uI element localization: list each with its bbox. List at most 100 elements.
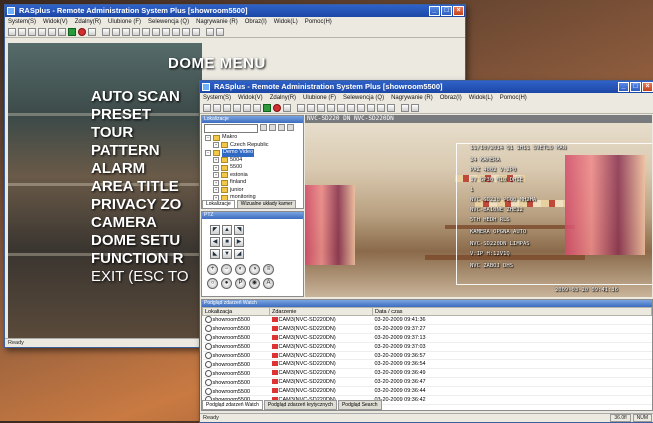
menu-view[interactable]: Widok(V) — [238, 93, 263, 103]
grid-10-icon[interactable] — [192, 28, 200, 36]
camera-icon[interactable] — [253, 104, 261, 112]
layout-4-icon[interactable] — [213, 104, 221, 112]
dome-menu-item[interactable]: AUTO SCAN — [91, 88, 189, 106]
record-icon[interactable]: ◉ — [249, 278, 260, 289]
folder-icon[interactable] — [243, 104, 251, 112]
play-icon[interactable] — [68, 28, 76, 36]
filter-icon[interactable] — [278, 124, 285, 131]
snapshot-icon[interactable] — [88, 28, 96, 36]
camera-icon[interactable] — [58, 28, 66, 36]
grid-7-icon[interactable] — [357, 104, 365, 112]
live-video-feed[interactable]: NVC-SD220 DN NVC-SD220DN 11/10/2014 Q1 1… — [305, 115, 652, 297]
menu-favorites[interactable]: Ulubione (F) — [108, 17, 141, 27]
print-icon[interactable] — [216, 28, 224, 36]
grid-3-icon[interactable] — [317, 104, 325, 112]
collapse-icon[interactable]: − — [205, 149, 211, 156]
settings-icon[interactable] — [287, 124, 294, 131]
search-icon[interactable] — [260, 124, 267, 131]
maximize-button[interactable]: □ — [441, 6, 452, 16]
grid-4-icon[interactable] — [327, 104, 335, 112]
table-row[interactable]: showroom5500CAM3(NVC-SD220DN)03-20-2009 … — [202, 377, 652, 388]
menu-remote[interactable]: Zdalny(R) — [270, 93, 296, 103]
record-icon[interactable] — [78, 28, 86, 36]
grid-1-icon[interactable] — [102, 28, 110, 36]
ptz-up-right-icon[interactable]: ◥ — [234, 225, 244, 235]
expand-icon[interactable]: + — [213, 157, 219, 164]
grid-6-icon[interactable] — [347, 104, 355, 112]
table-row[interactable]: showroom5500CAM3(NVC-SD220DN)03-20-2009 … — [202, 342, 652, 352]
expand-icon[interactable]: + — [213, 187, 219, 194]
record-icon[interactable] — [273, 104, 281, 112]
dome-menu-item[interactable]: AREA TITLE — [91, 178, 189, 196]
iris-open-icon[interactable]: ○ — [207, 278, 218, 289]
grid-10-icon[interactable] — [387, 104, 395, 112]
tab-critical-events[interactable]: Podgląd zdarzeń krytycznych — [263, 400, 337, 410]
grid-8-icon[interactable] — [367, 104, 375, 112]
table-row[interactable]: showroom5500CAM3(NVC-SD220DN)03-20-2009 … — [202, 368, 652, 379]
menu-view[interactable]: Widok(V) — [43, 17, 68, 27]
tab-camera-layouts[interactable]: Wizualne układy kamer — [236, 200, 297, 208]
menu-icon[interactable]: ≡ — [263, 264, 274, 275]
dome-menu-item[interactable]: CAMERA — [91, 214, 189, 232]
tab-watch-events[interactable]: Podgląd zdarzeń Watch — [202, 400, 263, 410]
tree-item[interactable]: + finland — [205, 179, 303, 187]
expand-icon[interactable]: + — [213, 142, 219, 149]
layout-9-icon[interactable] — [28, 28, 36, 36]
fullscreen-icon[interactable] — [206, 28, 214, 36]
grid-5-icon[interactable] — [142, 28, 150, 36]
dome-menu-item[interactable]: FUNCTION R — [91, 250, 189, 268]
menu-layout[interactable]: Widok(L) — [274, 17, 298, 27]
menu-favorites[interactable]: Ulubione (F) — [303, 93, 336, 103]
tree-item[interactable]: + junior — [205, 187, 303, 195]
ptz-up-icon[interactable]: ▲ — [222, 225, 232, 235]
focus-far-icon[interactable]: ◑ — [249, 264, 260, 275]
minimize-button[interactable]: _ — [429, 6, 440, 16]
menu-image[interactable]: Obraz(I) — [245, 17, 267, 27]
zoom-out-icon[interactable]: − — [221, 264, 232, 275]
grid-1-icon[interactable] — [297, 104, 305, 112]
ptz-down-icon[interactable]: ▼ — [222, 249, 232, 259]
dome-menu-item[interactable]: PRIVACY ZO — [91, 196, 189, 214]
dome-menu-item[interactable]: TOUR — [91, 124, 189, 142]
expand-icon[interactable]: + — [213, 179, 219, 186]
menu-layout[interactable]: Widok(L) — [469, 93, 493, 103]
layout-9-icon[interactable] — [223, 104, 231, 112]
tree-item[interactable]: +5500 — [205, 164, 303, 172]
ptz-down-right-icon[interactable]: ◢ — [234, 249, 244, 259]
menu-recording[interactable]: Nagrywanie (R) — [391, 93, 433, 103]
ptz-up-left-icon[interactable]: ◤ — [210, 225, 220, 235]
preset-icon[interactable]: P — [235, 278, 246, 289]
menu-help[interactable]: Pomoc(H) — [305, 17, 332, 27]
dome-menu-item[interactable]: PATTERN — [91, 142, 189, 160]
maximize-button[interactable]: □ — [630, 82, 641, 92]
aux-icon[interactable]: A — [263, 278, 274, 289]
back-window-titlebar[interactable]: RASplus - Remote Administration System P… — [5, 5, 465, 17]
tree-item[interactable]: +5004 — [205, 157, 303, 165]
menu-help[interactable]: Pomoc(H) — [500, 93, 527, 103]
close-button[interactable]: × — [453, 6, 464, 16]
table-row[interactable]: showroom5500CAM3(NVC-SD220DN)03-20-2009 … — [202, 333, 652, 343]
menu-recording[interactable]: Nagrywanie (R) — [196, 17, 238, 27]
close-button[interactable]: × — [642, 82, 653, 92]
grid-5-icon[interactable] — [337, 104, 345, 112]
tree-item-selected[interactable]: − Demo Video — [205, 149, 303, 157]
grid-2-icon[interactable] — [112, 28, 120, 36]
location-search-input[interactable] — [204, 124, 258, 133]
grid-9-icon[interactable] — [182, 28, 190, 36]
table-row[interactable]: showroom5500CAM3(NVC-SD220DN)03-20-2009 … — [202, 386, 652, 397]
collapse-icon[interactable]: − — [205, 134, 211, 141]
zoom-in-icon[interactable]: + — [207, 264, 218, 275]
front-window-titlebar[interactable]: RASplus - Remote Administration System P… — [200, 81, 653, 93]
fullscreen-icon[interactable] — [401, 104, 409, 112]
table-row[interactable]: showroom5500CAM3(NVC-SD220DN)03-20-2009 … — [202, 359, 652, 370]
menu-image[interactable]: Obraz(I) — [440, 93, 462, 103]
menu-system[interactable]: System(S) — [203, 93, 231, 103]
grid-2-icon[interactable] — [307, 104, 315, 112]
table-row[interactable]: showroom5500CAM3(NVC-SD220DN)03-20-2009 … — [202, 315, 652, 325]
grid-3-icon[interactable] — [122, 28, 130, 36]
play-icon[interactable] — [263, 104, 271, 112]
minimize-button[interactable]: _ — [618, 82, 629, 92]
grid-8-icon[interactable] — [172, 28, 180, 36]
star-icon[interactable] — [38, 28, 46, 36]
focus-near-icon[interactable]: ◐ — [235, 264, 246, 275]
